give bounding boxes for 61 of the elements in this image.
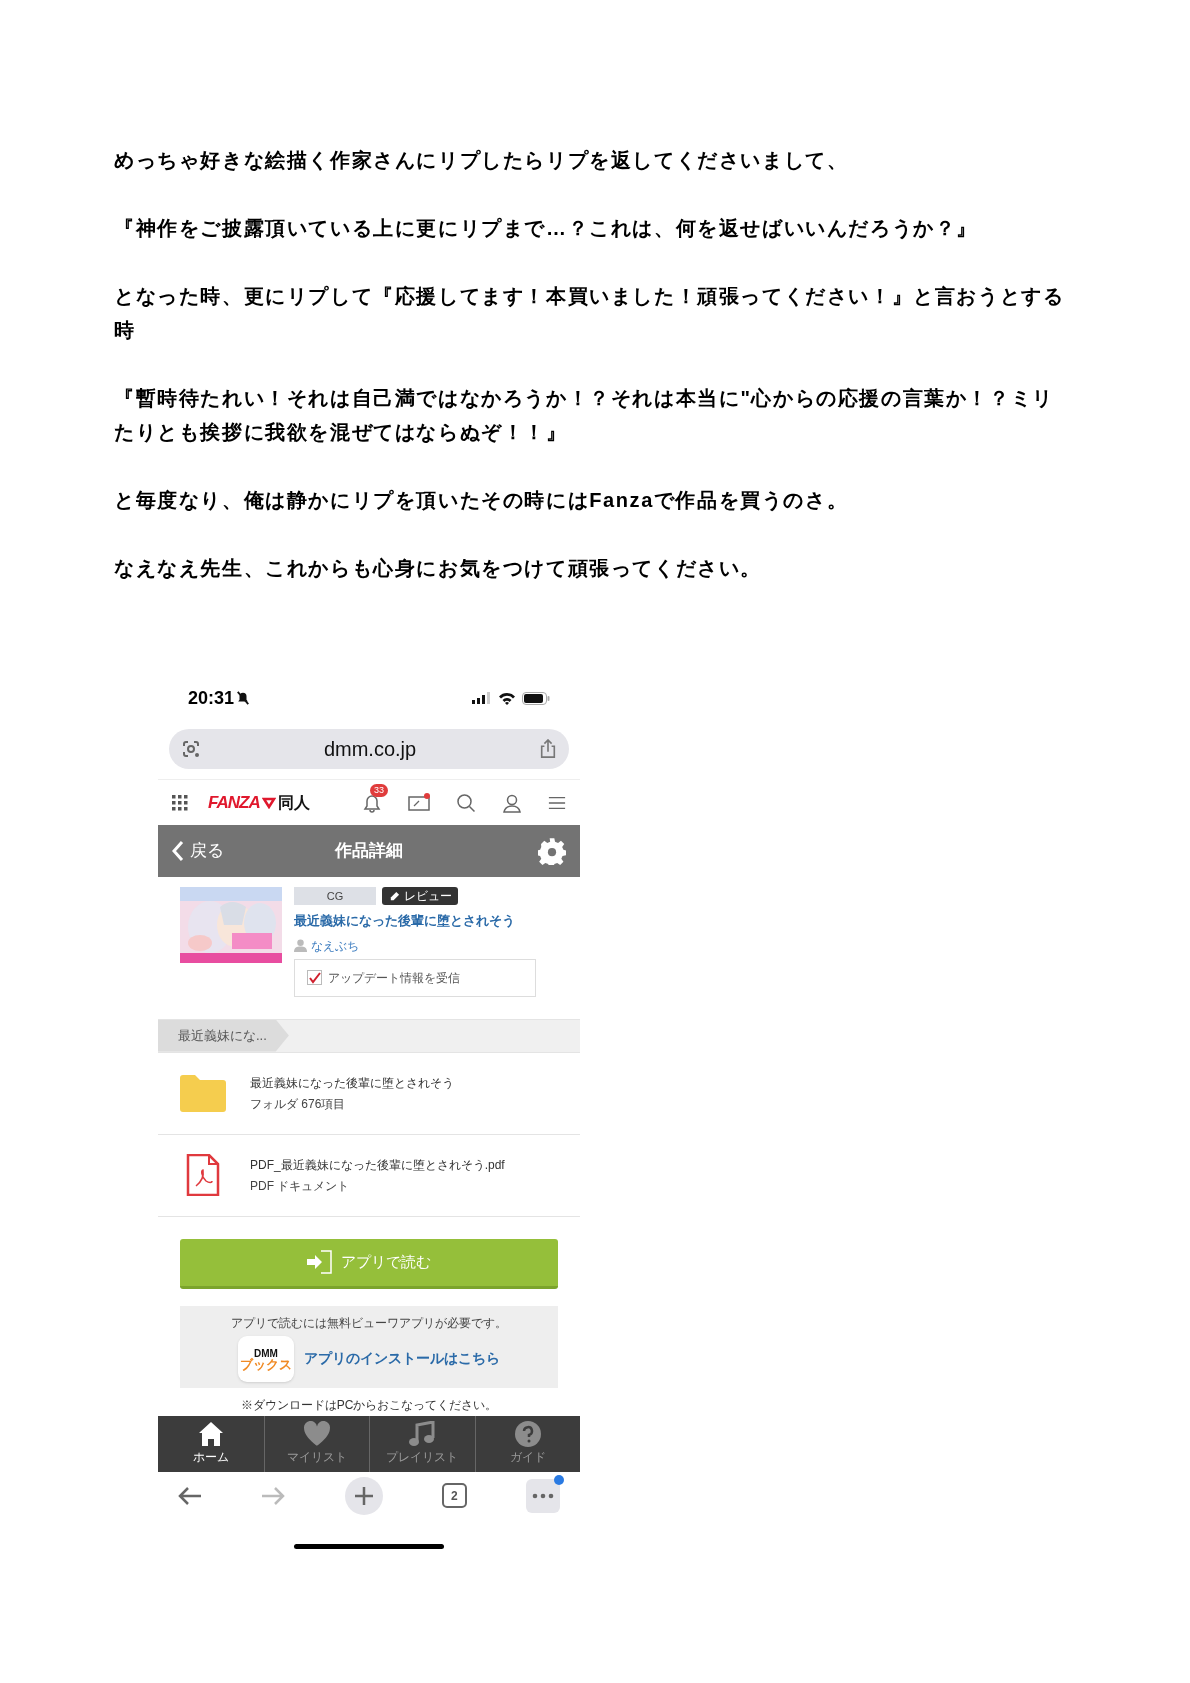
review-button[interactable]: レビュー: [382, 887, 458, 905]
menu-icon[interactable]: [548, 794, 566, 811]
notification-badge: 33: [370, 783, 388, 797]
share-icon[interactable]: [539, 739, 557, 759]
chevron-left-icon: [172, 840, 184, 862]
battery-icon: [522, 691, 550, 705]
sign-in-icon: [307, 1250, 333, 1274]
back-button[interactable]: 戻る: [172, 838, 224, 864]
help-icon: [514, 1421, 541, 1447]
tab-bar-item[interactable]: ホーム: [158, 1415, 264, 1472]
signal-icon: [472, 692, 492, 704]
file-details: PDF ドキュメント: [250, 1177, 351, 1195]
app-icon[interactable]: DMM ブックス: [238, 1335, 294, 1382]
url-text: dmm.co.jp: [323, 737, 417, 762]
paragraph: となった時、更にリプして『応援してます！本買いました！頑張ってください！』と言おうとする時: [114, 284, 1066, 343]
category-tag: CG: [294, 887, 376, 905]
pencil-icon: [388, 890, 400, 902]
file-details: フォルダ 676項目: [250, 1095, 347, 1113]
tab-count-button[interactable]: 2: [441, 1483, 467, 1508]
tab-bar-item[interactable]: ガイド: [474, 1415, 580, 1472]
new-tab-icon[interactable]: [344, 1476, 383, 1515]
breadcrumb-link[interactable]: 最近義妹にな...: [158, 1019, 289, 1052]
author-link[interactable]: なえぶち: [311, 936, 359, 955]
file-name: 最近義妹になった後輩に堕とされそう: [250, 1074, 454, 1092]
paragraph: 『神作をご披露頂いている上に更にリプまで…？これは、何を返せばいいんだろうか？』: [114, 216, 979, 241]
file-row[interactable]: 最近義妹になった後輩に堕とされそう フォルダ 676項目: [158, 1052, 580, 1135]
address-bar[interactable]: dmm.co.jp: [169, 729, 569, 769]
update-checkbox[interactable]: アップデート情報を受信: [294, 958, 536, 997]
file-row[interactable]: PDF_最近義妹になった後輩に堕とされそう.pdf PDF ドキュメント: [158, 1134, 580, 1217]
tab-bar-item[interactable]: マイリスト: [263, 1415, 369, 1472]
app-icon-text: DMM: [254, 1347, 278, 1359]
wifi-icon: [498, 691, 516, 705]
folder-icon: [180, 1074, 226, 1112]
install-link[interactable]: アプリのインストールはこちら: [304, 1348, 500, 1369]
music-note-icon: [409, 1421, 436, 1447]
paragraph: と毎度なり、俺は静かにリプを頂いたその時にはFanzaで作品を買うのさ。: [114, 488, 850, 513]
app-icon-text: ブックス: [240, 1358, 292, 1370]
search-icon[interactable]: [456, 792, 476, 813]
back-arrow-icon[interactable]: [178, 1485, 202, 1506]
paragraph: なえなえ先生、これからも心身にお気をつけて頑張ってください。: [114, 556, 763, 581]
more-icon[interactable]: [526, 1478, 560, 1513]
settings-icon[interactable]: [538, 837, 566, 865]
paragraph: めっちゃ好きな絵描く作家さんにリプしたらリプを返してくださいまして、: [114, 148, 850, 173]
user-icon[interactable]: [502, 792, 522, 813]
status-time: 20:31: [188, 686, 235, 710]
tab-bar-item[interactable]: プレイリスト: [369, 1415, 475, 1472]
file-name: PDF_最近義妹になった後輩に堕とされそう.pdf: [250, 1156, 505, 1174]
install-note: アプリで読むには無料ビューワアプリが必要です。: [231, 1314, 507, 1332]
checkmark-icon: [308, 971, 321, 984]
person-icon: [294, 939, 307, 952]
download-note: ※ダウンロードはPCからおこなってください。: [240, 1396, 498, 1414]
page-title: 作品詳細: [335, 840, 403, 863]
paragraph: 『暫時待たれい！それは自己満ではなかろうか！？それは本当に"心からの応援の言葉か！？ミリたりとも挨拶に我欲を混ぜてはならぬぞ！！』: [114, 386, 1055, 445]
heart-icon: [302, 1421, 331, 1447]
product-title-link[interactable]: 最近義妹になった後輩に堕とされそう: [294, 911, 558, 931]
home-icon: [197, 1421, 224, 1447]
site-logo[interactable]: FANZA 同人: [208, 789, 310, 816]
coupon-icon[interactable]: [408, 793, 430, 812]
page-tools-icon[interactable]: [181, 739, 201, 759]
apps-grid-icon[interactable]: [172, 794, 188, 811]
pdf-file-icon: [186, 1154, 220, 1196]
